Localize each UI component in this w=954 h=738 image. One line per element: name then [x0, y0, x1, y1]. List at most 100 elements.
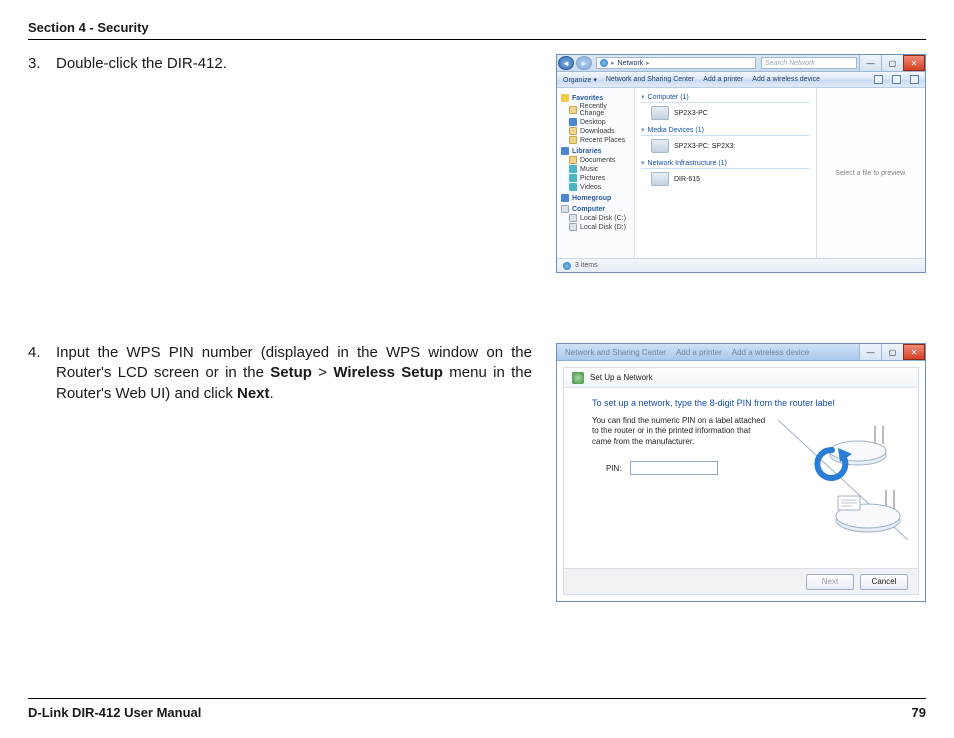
group-computer[interactable]: Computer (1) [648, 94, 689, 101]
computer-icon [561, 205, 569, 213]
close-button[interactable]: ✕ [903, 55, 925, 71]
expand-icon[interactable]: ▾ [641, 159, 645, 167]
wizard-icon [572, 372, 584, 384]
content-pane: ▾Computer (1) SP2X3-PC ▾Media Devices (1… [635, 88, 817, 258]
computer-thumb-icon [651, 106, 669, 120]
preview-pane: Select a file to preview. [817, 88, 925, 258]
nav-documents[interactable]: Documents [580, 157, 615, 164]
section-header: Section 4 - Security [28, 20, 926, 40]
videos-icon [569, 183, 577, 191]
instruction-text: To set up a network, type the 8-digit PI… [592, 398, 902, 408]
nav-downloads[interactable]: Downloads [580, 128, 615, 135]
nav-c-drive[interactable]: Local Disk (C:) [580, 215, 626, 222]
item-router[interactable]: DIR-615 [651, 172, 810, 186]
command-bar: Organize ▾ Network and Sharing Center Ad… [557, 72, 925, 88]
network-explorer-window: ◄ ► ▸ Network ▸ Search Network — ▢ ✕ Org… [556, 54, 926, 273]
expand-icon[interactable]: ▾ [641, 93, 645, 101]
bg-addwifi: Add a wireless device [732, 348, 809, 357]
status-icon [563, 262, 571, 270]
group-infra[interactable]: Network Infrastructure (1) [648, 160, 727, 167]
address-bar[interactable]: ▸ Network ▸ [596, 57, 756, 69]
item-media[interactable]: SP2X3-PC: SP2X3: [651, 139, 810, 153]
pin-label: PIN: [606, 464, 622, 473]
close-button[interactable]: ✕ [903, 344, 925, 360]
maximize-button[interactable]: ▢ [881, 344, 903, 360]
nav-homegroup[interactable]: Homegroup [572, 195, 611, 202]
window-controls: — ▢ ✕ [859, 55, 925, 71]
preview-pane-button[interactable] [892, 75, 901, 84]
next-button[interactable]: Next [806, 574, 854, 590]
forward-button[interactable]: ► [576, 56, 592, 70]
desktop-icon [569, 118, 577, 126]
dialog-titlebar: Network and Sharing Center Add a printer… [557, 344, 925, 361]
navigation-pane: Favorites Recently Change Desktop Downlo… [557, 88, 635, 258]
nav-music[interactable]: Music [580, 166, 598, 173]
step-4: 4. Input the WPS PIN number (displayed i… [28, 343, 532, 404]
status-bar: 3 items [557, 258, 925, 272]
preview-text: Select a file to preview. [835, 170, 907, 177]
media-thumb-icon [651, 139, 669, 153]
nav-desktop[interactable]: Desktop [580, 119, 606, 126]
step-3-text: Double-click the DIR-412. [56, 54, 532, 74]
explorer-titlebar: ◄ ► ▸ Network ▸ Search Network — ▢ ✕ [557, 55, 925, 72]
status-text: 3 items [575, 262, 598, 269]
folder-icon [569, 106, 577, 114]
favorites-icon [561, 94, 569, 102]
add-printer-link[interactable]: Add a printer [703, 76, 743, 83]
folder-icon [569, 136, 577, 144]
step-4-row: 4. Input the WPS PIN number (displayed i… [28, 343, 926, 602]
step-4-text: Input the WPS PIN number (displayed in t… [56, 343, 532, 404]
breadcrumb-sep: ▸ [611, 59, 615, 67]
minimize-button[interactable]: — [859, 55, 881, 71]
dialog-inner: Set Up a Network To set up a network, ty… [563, 367, 919, 595]
add-wireless-device-link[interactable]: Add a wireless device [752, 76, 820, 83]
nav-computer[interactable]: Computer [572, 206, 605, 213]
back-button[interactable]: ◄ [558, 56, 574, 70]
router-thumb-icon [651, 172, 669, 186]
background-toolbar: Network and Sharing Center Add a printer… [557, 344, 859, 360]
item-computer[interactable]: SP2X3-PC [651, 106, 810, 120]
nav-videos[interactable]: Videos [580, 184, 601, 191]
expand-icon[interactable]: ▾ [641, 126, 645, 134]
step-3: 3. Double-click the DIR-412. [28, 54, 532, 74]
nav-d-drive[interactable]: Local Disk (D:) [580, 224, 626, 231]
folder-icon [569, 127, 577, 135]
wps-dialog-window: Network and Sharing Center Add a printer… [556, 343, 926, 602]
search-placeholder: Search Network [765, 60, 815, 67]
cancel-button[interactable]: Cancel [860, 574, 908, 590]
network-sharing-center-link[interactable]: Network and Sharing Center [606, 76, 694, 83]
nav-favorites[interactable]: Favorites [572, 95, 603, 102]
pictures-icon [569, 174, 577, 182]
drive-icon [569, 214, 577, 222]
help-button[interactable] [910, 75, 919, 84]
step-3-row: 3. Double-click the DIR-412. ◄ ► ▸ Netwo… [28, 54, 926, 273]
nav-pictures[interactable]: Pictures [580, 175, 605, 182]
organize-menu[interactable]: Organize ▾ [563, 76, 597, 84]
router-illustration [778, 420, 908, 540]
breadcrumb-sep2: ▸ [646, 59, 650, 67]
breadcrumb-network[interactable]: Network [618, 60, 644, 67]
dialog-title: Set Up a Network [590, 373, 653, 382]
pin-input[interactable] [630, 461, 718, 475]
sub-instruction-text: You can find the numeric PIN on a label … [592, 416, 772, 447]
dialog-header: Set Up a Network [564, 368, 918, 388]
step-4-number: 4. [28, 343, 42, 404]
item-media-label: SP2X3-PC: SP2X3: [674, 143, 735, 150]
group-media[interactable]: Media Devices (1) [648, 127, 704, 134]
nav-recent-places[interactable]: Recent Places [580, 137, 625, 144]
bg-nsc: Network and Sharing Center [565, 348, 666, 357]
footer-manual: D-Link DIR-412 User Manual [28, 705, 201, 720]
item-computer-label: SP2X3-PC [674, 110, 708, 117]
search-input[interactable]: Search Network [761, 57, 857, 69]
libraries-icon [561, 147, 569, 155]
footer-page: 79 [912, 705, 926, 720]
dialog-footer: Next Cancel [564, 568, 918, 594]
view-button[interactable] [874, 75, 883, 84]
network-icon [600, 59, 608, 67]
minimize-button[interactable]: — [859, 344, 881, 360]
bg-addprinter: Add a printer [676, 348, 722, 357]
maximize-button[interactable]: ▢ [881, 55, 903, 71]
nav-libraries[interactable]: Libraries [572, 148, 602, 155]
nav-recent[interactable]: Recently Change [580, 103, 630, 117]
drive-icon [569, 223, 577, 231]
